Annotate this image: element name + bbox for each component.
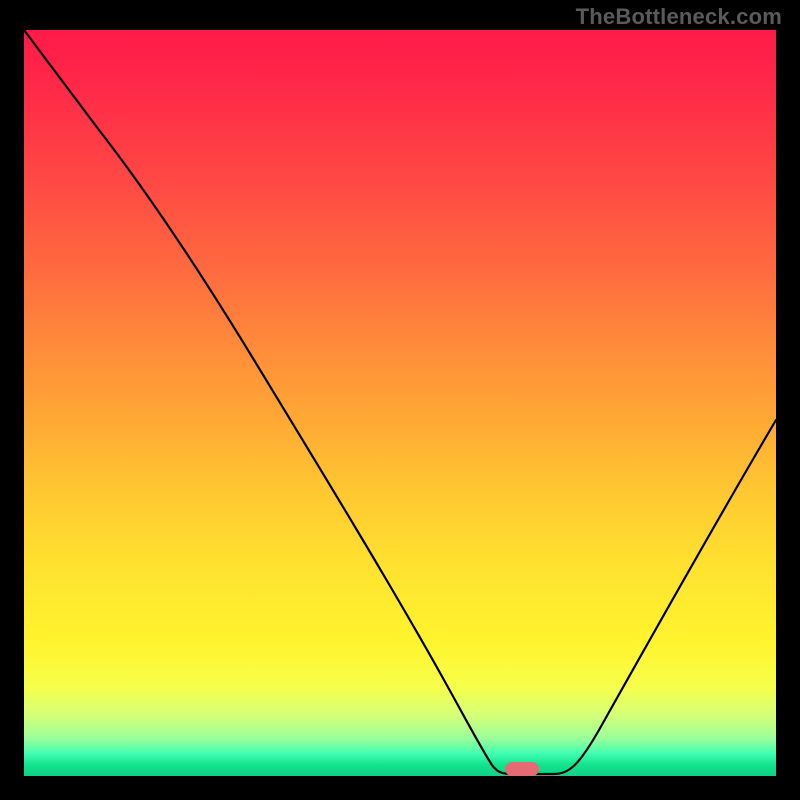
bottleneck-curve-path: [24, 30, 776, 774]
watermark-text: TheBottleneck.com: [576, 4, 782, 30]
bottleneck-curve: [24, 30, 776, 776]
chart-frame: TheBottleneck.com: [0, 0, 800, 800]
optimal-marker: [505, 762, 539, 776]
